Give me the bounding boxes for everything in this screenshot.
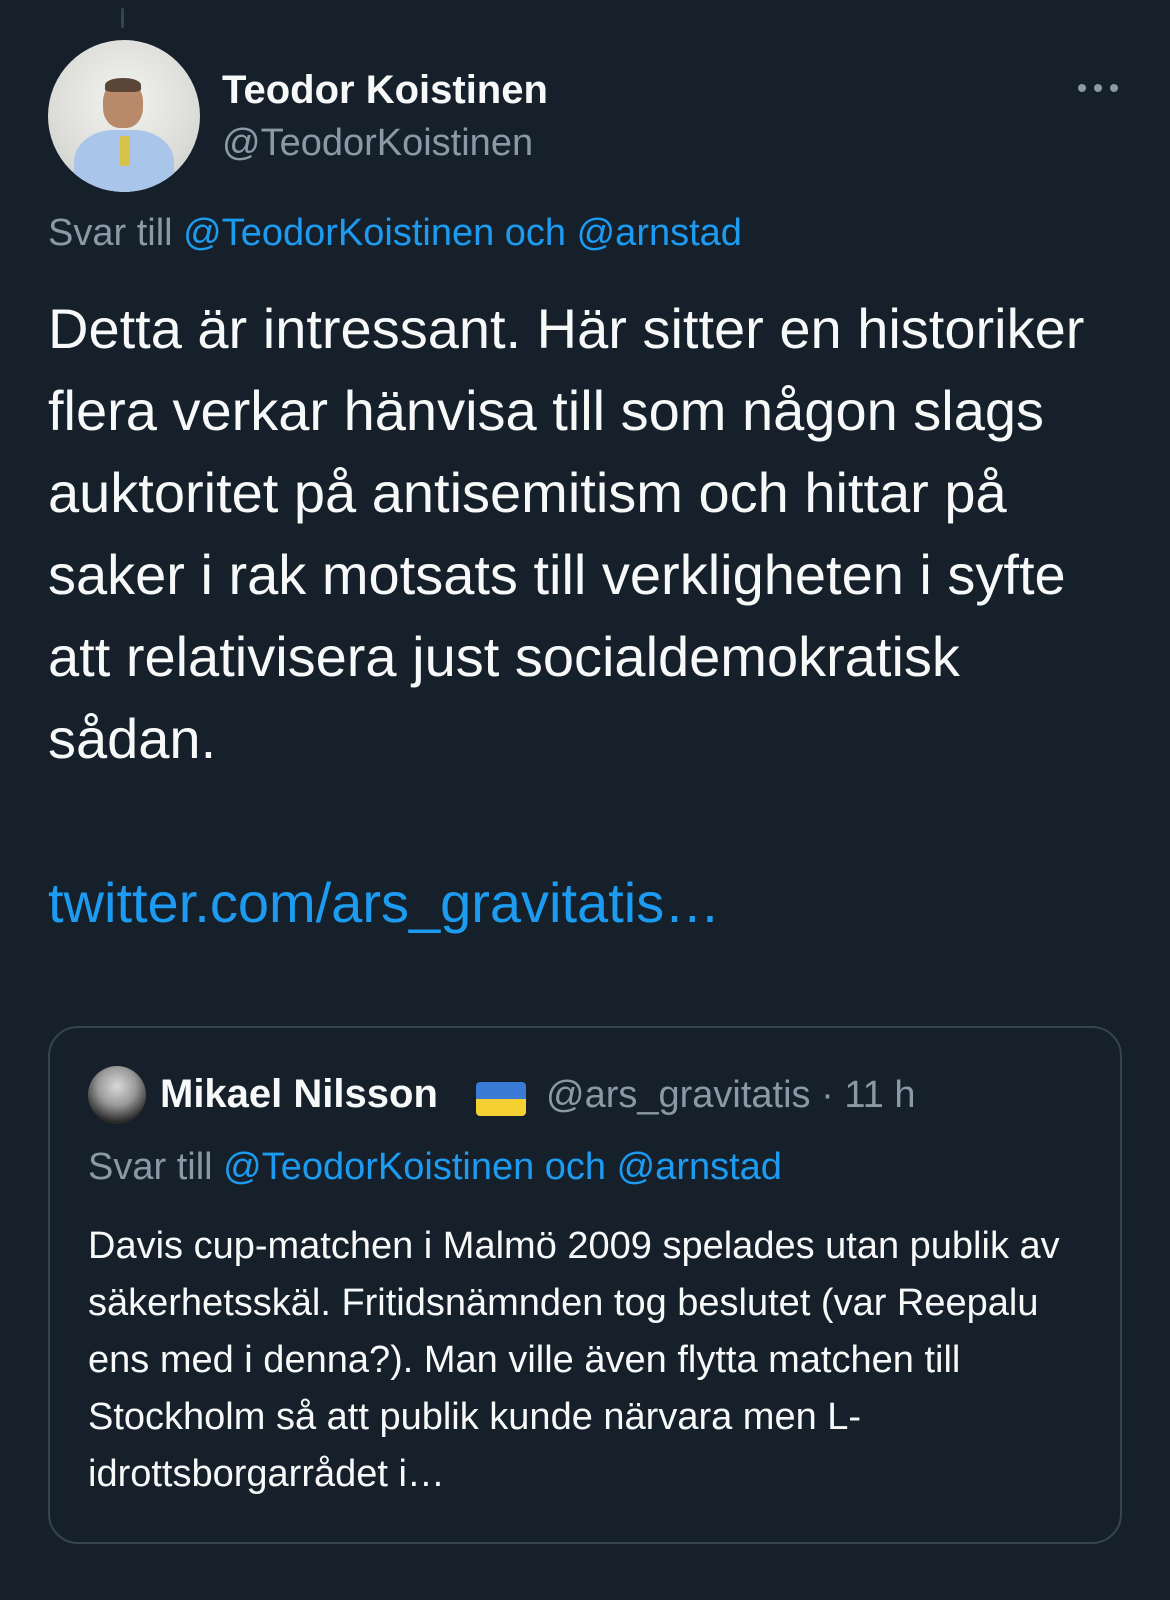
reply-mentions-link[interactable]: @TeodorKoistinen och @arnstad — [183, 212, 742, 254]
quoted-tweet-time: 11 h — [844, 1074, 916, 1116]
quoted-reply-context: Svar till @TeodorKoistinen och @arnstad — [88, 1146, 782, 1189]
author-handle[interactable]: @TeodorKoistinen — [222, 122, 533, 165]
quoted-tweet-meta: @ars_gravitatis · 11 h — [546, 1074, 915, 1117]
tweet-header: Teodor Koistinen @TeodorKoistinen — [48, 40, 1122, 192]
quoted-reply-mentions: @TeodorKoistinen och @arnstad — [223, 1146, 782, 1188]
author-name[interactable]: Teodor Koistinen — [222, 68, 548, 113]
quoted-author-name: Mikael Nilsson — [160, 1072, 438, 1116]
quoted-author-avatar — [88, 1066, 146, 1124]
quoted-tweet-card[interactable]: Mikael Nilsson @ars_gravitatis · 11 h Sv… — [48, 1026, 1122, 1544]
ukraine-flag-icon — [476, 1082, 526, 1116]
more-options-icon[interactable] — [1074, 78, 1122, 98]
quoted-author-handle: @ars_gravitatis — [546, 1074, 811, 1116]
quoted-tweet-text: Davis cup-matchen i Malmö 2009 spelades … — [88, 1225, 1060, 1495]
meta-separator: · — [821, 1074, 834, 1116]
reply-context: Svar till @TeodorKoistinen och @arnstad — [48, 212, 742, 255]
reply-prefix: Svar till — [48, 212, 173, 254]
author-avatar[interactable] — [48, 40, 200, 192]
tweet-text: Detta är intressant. Här sitter en histo… — [48, 297, 1085, 770]
tweet-link[interactable]: twitter.com/ars_gravitatis… — [48, 862, 720, 944]
quoted-reply-prefix: Svar till — [88, 1146, 213, 1188]
thread-connector-line — [121, 8, 124, 28]
